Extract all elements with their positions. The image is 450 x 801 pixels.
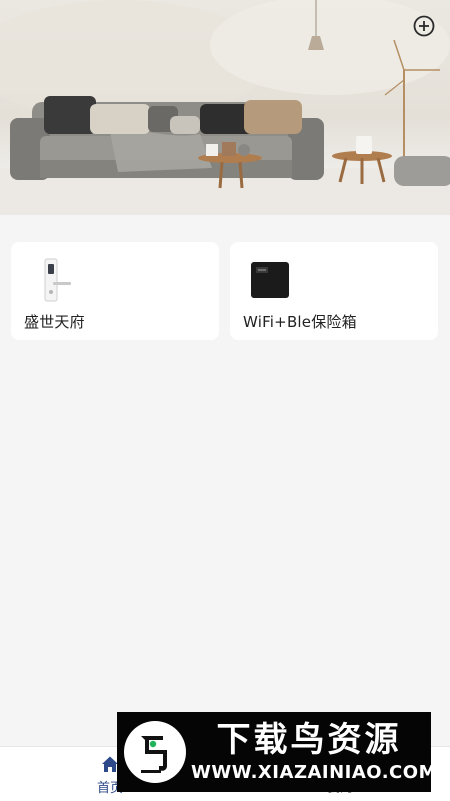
watermark-url: WWW.XIAZAINIAO.COM [191, 762, 437, 783]
add-device-button[interactable] [413, 15, 435, 37]
device-card-safe-box[interactable]: WiFi+Ble保险箱 [230, 242, 438, 340]
door-lock-icon [29, 258, 73, 302]
plus-circle-icon [413, 15, 435, 37]
living-room-illustration [0, 0, 450, 215]
device-card-door-lock[interactable]: 盛世天府 [11, 242, 219, 340]
watermark-title: 下载鸟资源 [216, 720, 402, 760]
hero-banner [0, 0, 450, 215]
safe-box-icon [248, 258, 292, 302]
device-name: 盛世天府 [24, 313, 85, 331]
device-name: WiFi+Ble保险箱 [243, 313, 357, 331]
device-list: 盛世天府 WiFi+Ble保险箱 [11, 242, 439, 341]
watermark-banner: 下载鸟资源 WWW.XIAZAINIAO.COM [117, 712, 437, 792]
bird-logo-icon [123, 720, 187, 784]
